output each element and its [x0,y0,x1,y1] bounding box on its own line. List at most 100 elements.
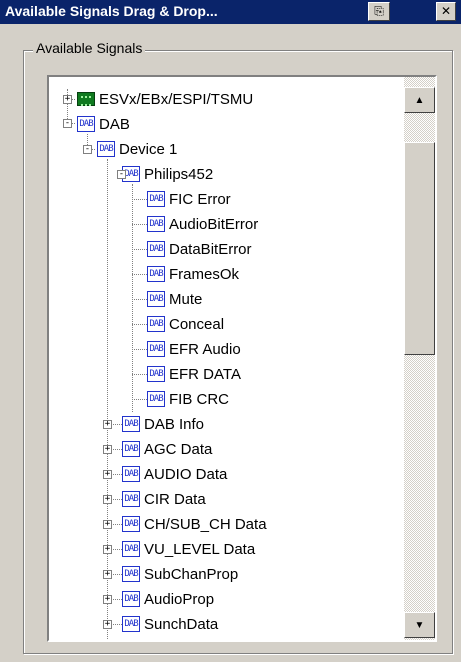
expand-button[interactable]: + [103,545,112,554]
window-title: Available Signals Drag & Drop... [5,3,218,19]
tree-item-dab[interactable]: DAB DAB [77,112,130,136]
tree-item-label: DAB Info [144,415,205,433]
expand-button[interactable]: + [103,420,112,429]
expand-button[interactable]: + [103,620,112,629]
tree-item-group[interactable]: DAB AudioProp [122,587,214,611]
scroll-up-button[interactable]: ▲ [404,87,435,113]
tree-line [132,274,147,275]
tree-item-label: Device 1 [119,140,178,158]
tree-item-group[interactable]: DAB CH/SUB_CH Data [122,512,267,536]
tree-item-label: FramesOk [169,265,240,283]
tree-item-label: EFR Audio [169,340,241,358]
tree-line [132,224,147,225]
tree-item-label: Mute [169,290,203,308]
expand-button[interactable]: + [103,595,112,604]
tree-line [132,324,147,325]
dab-icon: DAB [122,441,140,457]
tree-item-label: FIC Error [169,190,231,208]
printer-icon[interactable]: ⎘ [368,2,390,21]
dab-icon: DAB [122,591,140,607]
tree-item-signal[interactable]: DAB EFR DATA [147,362,241,386]
scroll-thumb[interactable] [404,142,435,355]
expand-button[interactable]: + [103,445,112,454]
dab-icon: DAB [77,116,95,132]
tree-item-group[interactable]: DAB VU_LEVEL Data [122,537,255,561]
dab-icon: DAB [147,391,165,407]
tree-item-signal[interactable]: DAB FIC Error [147,187,231,211]
dab-icon: DAB [147,241,165,257]
tree-item-group[interactable]: DAB SubChanProp [122,562,238,586]
dab-icon: DAB [147,341,165,357]
tree-item-label: CH/SUB_CH Data [144,515,267,533]
close-icon[interactable]: ✕ [436,2,456,21]
tree-item-signal[interactable]: DAB DataBitError [147,237,252,261]
title-bar: Available Signals Drag & Drop... ⎘ ✕ [0,0,461,24]
tree-item-label: Conceal [169,315,225,333]
signal-tree: ESVx/EBx/ESPI/TSMU + DAB DAB - DAB Devic… [49,77,404,640]
tree-item-signal[interactable]: DAB EFR Audio [147,337,241,361]
tree-item-group[interactable]: DAB SunchData [122,612,218,636]
tree-item-group[interactable]: DAB DAB Info [122,412,204,436]
tree-item-group[interactable]: DAB CIR Data [122,487,206,511]
dab-icon: DAB [122,616,140,632]
dab-icon: DAB [147,316,165,332]
dab-icon: DAB [122,466,140,482]
tree-line [132,299,147,300]
dab-icon: DAB [147,266,165,282]
signal-tree-panel: ESVx/EBx/ESPI/TSMU + DAB DAB - DAB Devic… [47,75,437,642]
tree-line [132,374,147,375]
tree-item-label: VU_LEVEL Data [144,540,256,558]
dab-icon: DAB [122,491,140,507]
dab-icon: DAB [147,291,165,307]
dab-icon: DAB [147,191,165,207]
tree-item-label: ESVx/EBx/ESPI/TSMU [99,90,254,108]
dab-icon: DAB [97,141,115,157]
tree-item-label: AUDIO Data [144,465,228,483]
tree-item-signal[interactable]: DAB FIB CRC [147,387,229,411]
tree-item-signal[interactable]: DAB FramesOk [147,262,239,286]
board-icon [77,92,95,106]
tree-item-signal[interactable]: DAB Conceal [147,312,224,336]
tree-item-philips452[interactable]: DAB Philips452 [122,162,213,186]
tree-item-label: AGC Data [144,440,213,458]
tree-item-esvx[interactable]: ESVx/EBx/ESPI/TSMU [77,87,253,111]
dab-icon: DAB [122,566,140,582]
expand-button[interactable]: + [103,570,112,579]
tree-line [132,184,133,412]
tree-item-label: FIB CRC [169,390,229,408]
tree-item-label: SunchData [144,615,219,633]
tree-item-label: DataBitError [169,240,252,258]
tree-item-device-1[interactable]: DAB Device 1 [97,137,177,161]
dab-icon: DAB [147,366,165,382]
tree-line [132,249,147,250]
collapse-button[interactable]: - [83,145,92,154]
dab-icon: DAB [122,516,140,532]
tree-item-label: CIR Data [144,490,206,508]
vertical-scrollbar[interactable]: ▲ ▼ [404,77,435,640]
tree-item-label: AudioBitError [169,215,259,233]
tree-item-label: SubChanProp [144,565,239,583]
tree-item-label: AudioProp [144,590,215,608]
expand-button[interactable]: + [103,470,112,479]
tree-item-group[interactable]: DAB AUDIO Data [122,462,227,486]
tree-item-label: Philips452 [144,165,214,183]
collapse-button[interactable]: - [117,170,126,179]
tree-item-signal[interactable]: DAB AudioBitError [147,212,258,236]
expand-button[interactable]: + [103,520,112,529]
dab-icon: DAB [122,416,140,432]
tree-line [132,399,147,400]
tree-item-label: DAB [99,115,130,133]
tree-line [107,159,108,639]
tree-item-group[interactable]: DAB AGC Data [122,437,212,461]
dab-icon: DAB [122,541,140,557]
group-label: Available Signals [33,40,146,56]
dab-icon: DAB [147,216,165,232]
tree-item-label: EFR DATA [169,365,241,383]
tree-item-signal[interactable]: DAB Mute [147,287,202,311]
scroll-down-button[interactable]: ▼ [404,612,435,638]
tree-line [132,199,147,200]
collapse-button[interactable]: - [63,119,72,128]
expand-button[interactable]: + [103,495,112,504]
expand-button[interactable]: + [63,95,72,104]
tree-line [132,349,147,350]
